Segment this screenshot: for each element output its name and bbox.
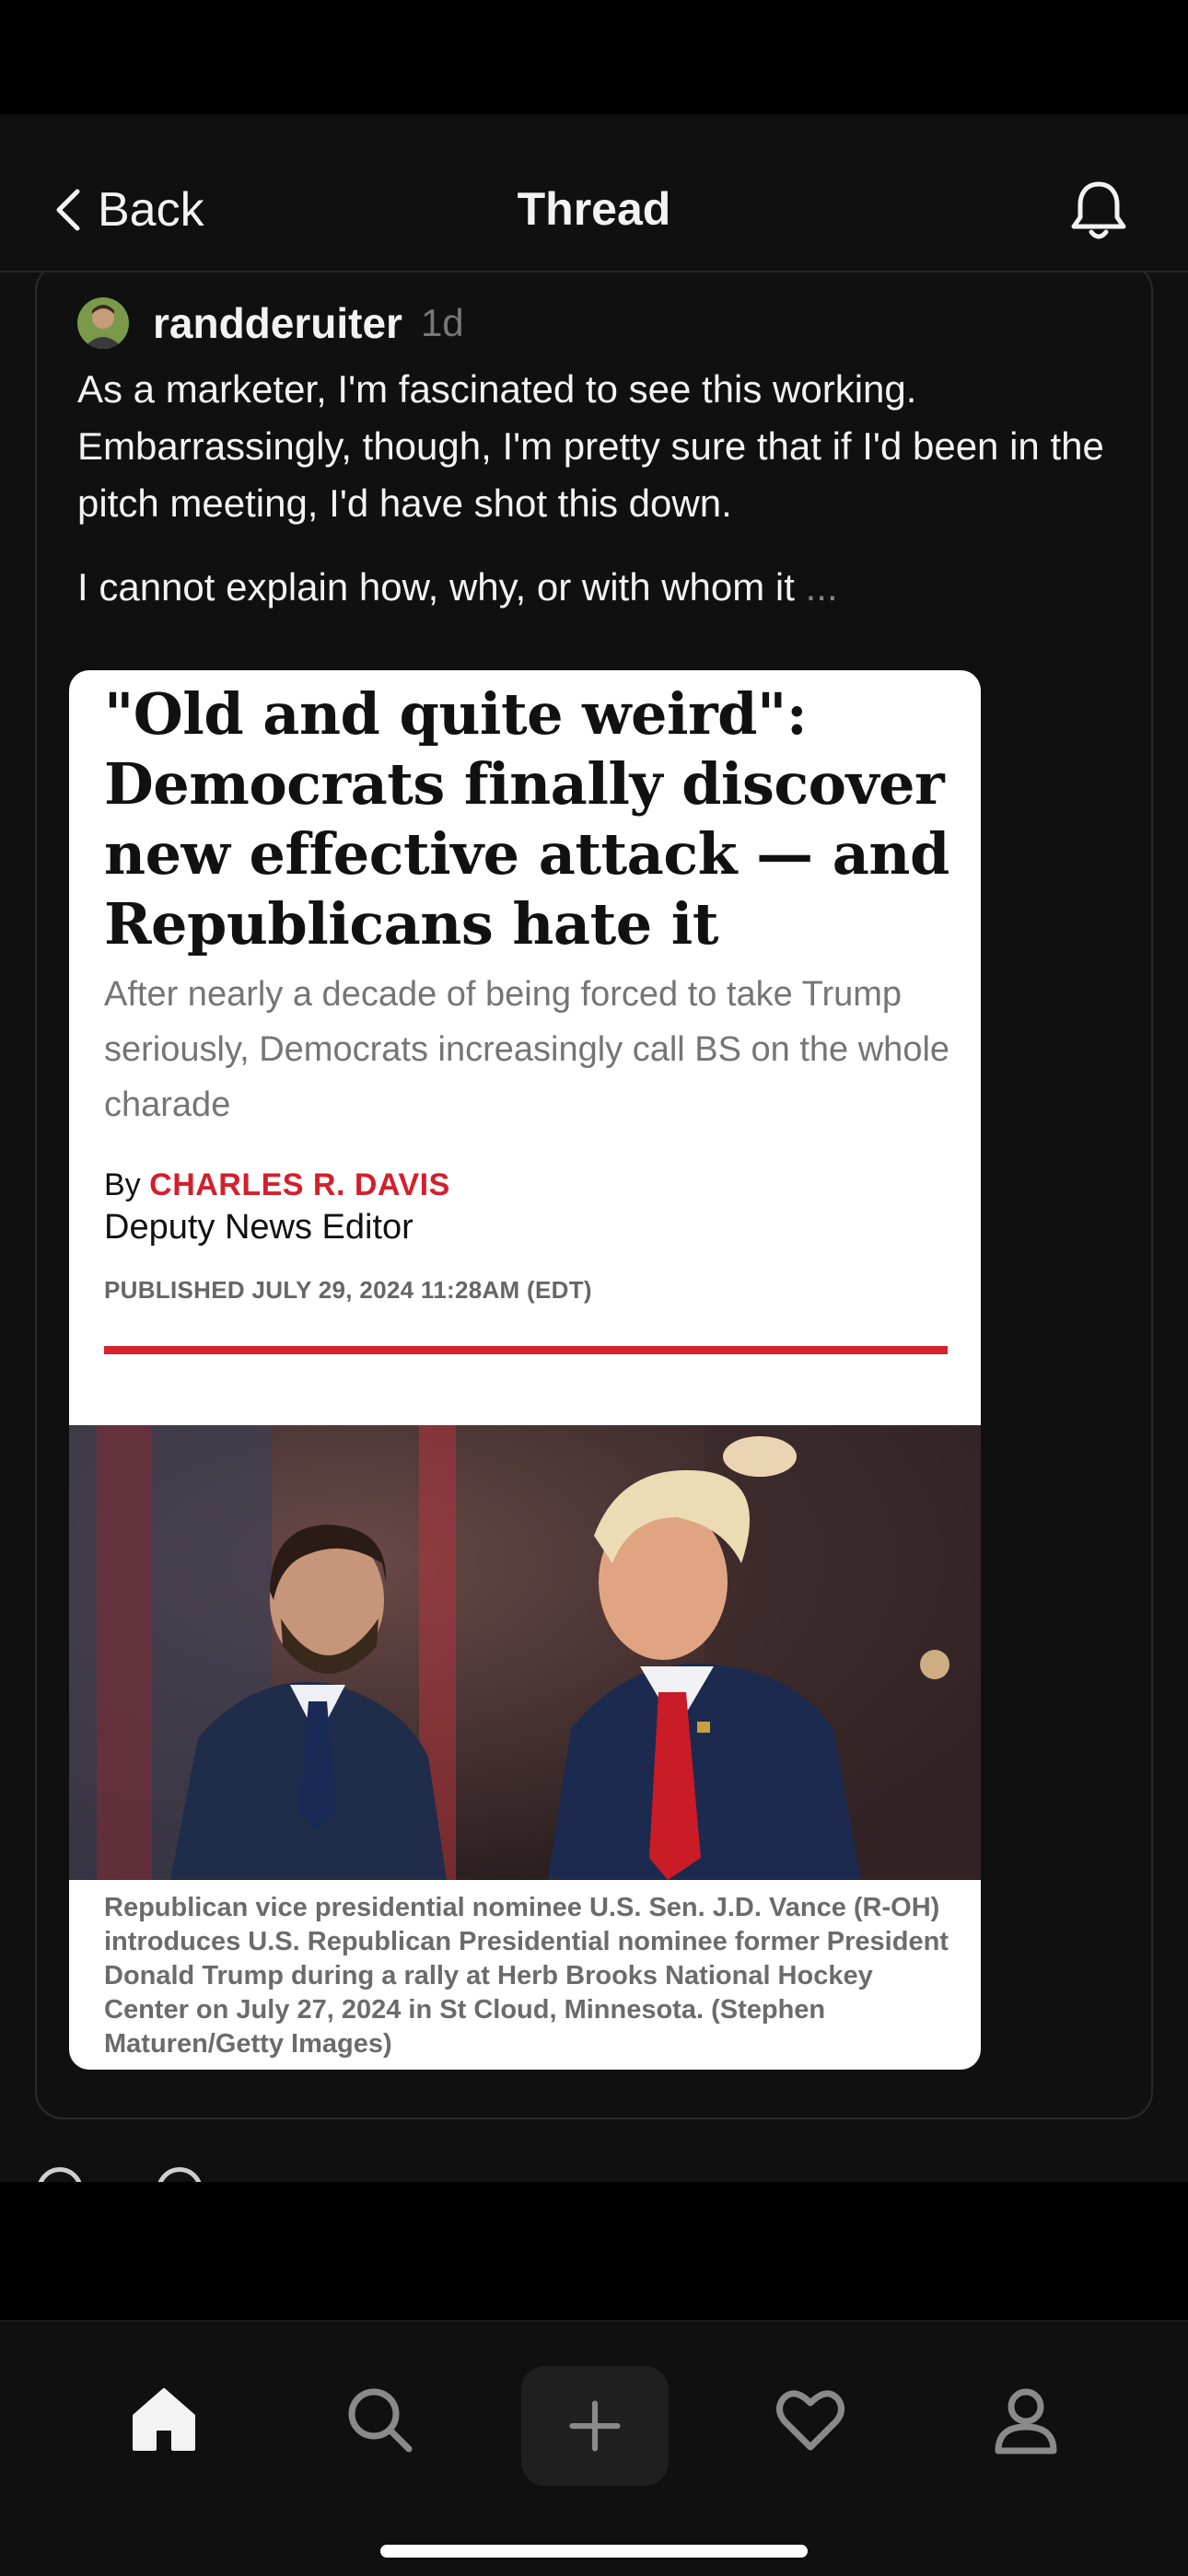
home-indicator	[380, 2545, 808, 2558]
post-body-continued[interactable]: I cannot explain how, why, or with whom …	[77, 560, 1118, 615]
tab-home[interactable]	[118, 2373, 210, 2466]
linked-article-preview[interactable]: "Old and quite weird": Democrats finally…	[69, 670, 981, 2070]
article-subheadline: After nearly a decade of being forced to…	[104, 975, 950, 1124]
post-actions-row[interactable]	[0, 2162, 1188, 2182]
accent-divider	[104, 1346, 948, 1354]
author-name: CHARLES R. DAVIS	[149, 1167, 450, 1202]
tab-search[interactable]	[333, 2373, 425, 2466]
post-timestamp: 1d	[420, 301, 464, 344]
system-divider	[0, 2182, 1188, 2320]
post-body-truncated: I cannot explain how, why, or with whom …	[77, 565, 795, 609]
navigation-bar: Back Thread	[0, 114, 1188, 273]
article-headline: "Old and quite weird": Democrats finally…	[104, 680, 949, 957]
search-icon	[348, 2388, 413, 2453]
see-more-ellipsis[interactable]: ...	[806, 565, 838, 609]
post-username[interactable]: randderuiter	[153, 298, 402, 348]
avatar-image	[77, 297, 129, 349]
page-title: Thread	[517, 183, 671, 235]
byline-prefix: By	[104, 1167, 141, 1202]
thread-feed[interactable]: randderuiter 1d As a marketer, I'm fasci…	[0, 273, 1188, 2182]
bottom-tab-bar	[0, 2320, 1188, 2576]
status-bar	[0, 0, 1188, 134]
author-role: Deputy News Editor	[104, 1208, 413, 1247]
heart-icon	[776, 2390, 844, 2451]
publish-date: PUBLISHED JULY 29, 2024 11:28AM (EDT)	[104, 1276, 592, 1304]
tab-create[interactable]	[521, 2366, 669, 2486]
bell-icon[interactable]	[1066, 177, 1131, 245]
tab-activity[interactable]	[764, 2373, 856, 2466]
post-body: As a marketer, I'm fascinated to see thi…	[77, 367, 1104, 525]
reply-icon[interactable]	[157, 2167, 203, 2182]
avatar[interactable]	[77, 297, 129, 349]
home-icon	[133, 2388, 195, 2451]
plus-icon	[569, 2400, 621, 2452]
tab-profile[interactable]	[980, 2373, 1072, 2466]
article-byline: By CHARLES R. DAVIS	[104, 1167, 450, 1203]
person-icon	[995, 2388, 1057, 2454]
post-author-row: randderuiter 1d	[77, 291, 464, 355]
article-photo	[69, 1425, 981, 1880]
action-icon[interactable]	[37, 2167, 83, 2182]
photo-caption: Republican vice presidential nominee U.S…	[104, 1893, 949, 2059]
